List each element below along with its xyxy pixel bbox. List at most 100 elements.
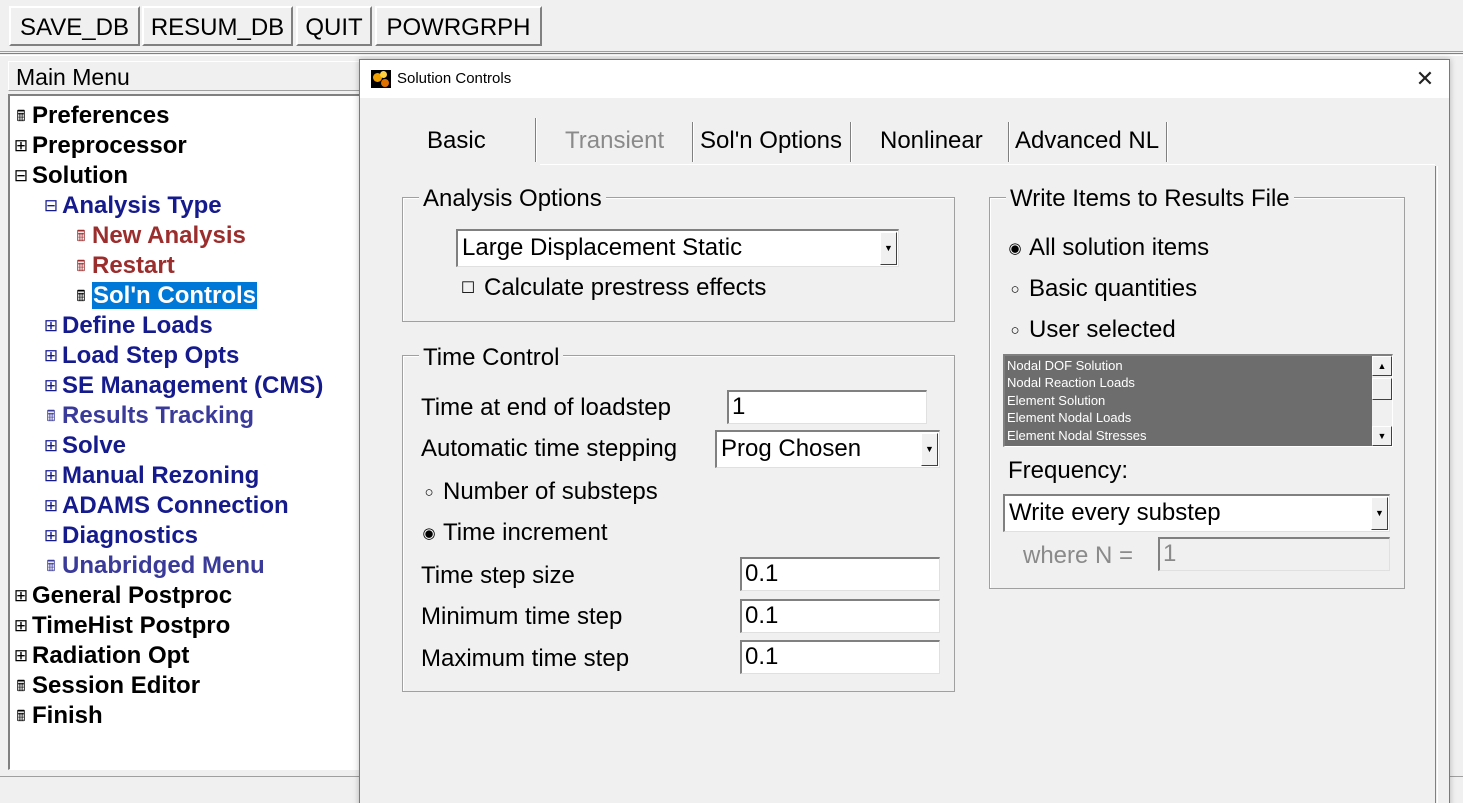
list-item[interactable]: Element Solution	[1007, 392, 1105, 410]
resum-db-button[interactable]: RESUM_DB	[142, 6, 293, 46]
calculator-icon: 🖩	[46, 558, 56, 575]
radio-unselected-icon[interactable]: ○	[1007, 316, 1023, 346]
toolbar-divider	[0, 53, 1463, 56]
time-end-label: Time at end of loadstep	[421, 394, 671, 421]
write-items-title: Write Items to Results File	[1006, 185, 1294, 213]
scroll-down-icon[interactable]: ▼	[1372, 426, 1392, 446]
expand-plus-icon[interactable]: ⊞	[13, 581, 29, 611]
menu-item-define-loads[interactable]: ⊞ Define Loads	[43, 311, 213, 341]
quit-button[interactable]: QUIT	[296, 6, 372, 46]
dropdown-arrow-icon[interactable]: ▼	[1371, 497, 1388, 530]
auto-step-label: Automatic time stepping	[421, 435, 678, 462]
menu-item-diagnostics[interactable]: ⊞ Diagnostics	[43, 521, 198, 551]
dialog-title: Solution Controls	[397, 70, 512, 87]
dropdown-arrow-icon[interactable]: ▼	[880, 232, 897, 265]
menu-item-unabridged-menu[interactable]: 🖩 Unabridged Menu	[43, 551, 264, 581]
calculator-icon: 🖩	[16, 678, 26, 695]
min-step-label: Minimum time step	[421, 603, 623, 630]
expand-plus-icon[interactable]: ⊞	[43, 461, 59, 491]
step-size-input[interactable]: 0.1	[740, 557, 940, 591]
scroll-up-icon[interactable]: ▲	[1372, 356, 1392, 376]
menu-item-solve[interactable]: ⊞ Solve	[43, 431, 126, 461]
close-icon[interactable]: ✕	[1405, 60, 1445, 98]
tab-advanced-nl[interactable]: Advanced NL	[1015, 118, 1159, 164]
list-item[interactable]: Nodal Reaction Loads	[1007, 374, 1135, 392]
step-size-label: Time step size	[421, 562, 575, 589]
save-db-button[interactable]: SAVE_DB	[9, 6, 140, 46]
basic-quantities-radio[interactable]: ○ Basic quantities	[1007, 274, 1197, 305]
list-item[interactable]: Element Nodal Loads	[1007, 409, 1131, 427]
analysis-type-select[interactable]: Large Displacement Static ▼	[456, 229, 899, 267]
expand-plus-icon[interactable]: ⊞	[43, 431, 59, 461]
num-substeps-radio[interactable]: ○ Number of substeps	[421, 477, 657, 508]
expand-plus-icon[interactable]: ⊞	[13, 131, 29, 161]
radio-unselected-icon[interactable]: ○	[1007, 275, 1023, 305]
calculator-icon: 🖩	[76, 258, 86, 275]
expand-plus-icon[interactable]: ⊞	[43, 311, 59, 341]
tab-separator	[1008, 122, 1010, 162]
menu-item-solution[interactable]: ⊟ Solution	[13, 161, 128, 191]
calculator-icon: 🖩	[46, 408, 56, 425]
tab-separator	[692, 122, 694, 162]
time-control-title: Time Control	[419, 344, 564, 372]
frequency-label: Frequency:	[1008, 457, 1129, 484]
menu-item-restart[interactable]: 🖩 Restart	[73, 251, 174, 281]
min-step-input[interactable]: 0.1	[740, 599, 940, 633]
menu-item-soln-controls[interactable]: 🖩 Sol'n Controls	[73, 281, 258, 311]
collapse-minus-icon[interactable]: ⊟	[13, 161, 29, 191]
scroll-thumb[interactable]	[1372, 378, 1392, 400]
menu-item-general-postproc[interactable]: ⊞ General Postproc	[13, 581, 232, 611]
powrgrph-button[interactable]: POWRGRPH	[375, 6, 542, 46]
calculator-icon: 🖩	[76, 228, 86, 245]
prestress-checkbox[interactable]: ☐ Calculate prestress effects	[460, 273, 767, 304]
tab-transient: Transient	[565, 127, 665, 154]
listbox-scrollbar[interactable]: ▲ ▼	[1372, 356, 1392, 446]
user-selected-radio[interactable]: ○ User selected	[1007, 315, 1175, 346]
dialog-titlebar[interactable]: Solution Controls ✕	[360, 60, 1449, 98]
frequency-select[interactable]: Write every substep ▼	[1003, 494, 1390, 532]
tab-nonlinear[interactable]: Nonlinear	[880, 118, 983, 164]
auto-step-select[interactable]: Prog Chosen ▼	[715, 430, 940, 468]
menu-item-manual-rezoning[interactable]: ⊞ Manual Rezoning	[43, 461, 259, 491]
tab-basic[interactable]: Basic	[427, 118, 486, 164]
all-items-radio[interactable]: ◉ All solution items	[1007, 233, 1209, 264]
tab-separator	[850, 122, 852, 162]
max-step-label: Maximum time step	[421, 645, 630, 672]
time-end-input[interactable]: 1	[727, 390, 927, 424]
result-items-listbox[interactable]: Nodal DOF Solution Nodal Reaction Loads …	[1003, 354, 1393, 447]
time-increment-radio[interactable]: ◉ Time increment	[421, 518, 607, 549]
menu-item-adams-connection[interactable]: ⊞ ADAMS Connection	[43, 491, 289, 521]
max-step-input[interactable]: 0.1	[740, 640, 940, 674]
menu-item-finish[interactable]: 🖩 Finish	[13, 701, 102, 731]
expand-plus-icon[interactable]: ⊞	[13, 611, 29, 641]
toolbar: SAVE_DB RESUM_DB QUIT POWRGRPH	[0, 0, 1463, 52]
menu-item-new-analysis[interactable]: 🖩 New Analysis	[73, 221, 245, 251]
dropdown-arrow-icon[interactable]: ▼	[921, 433, 938, 466]
radio-selected-icon[interactable]: ◉	[1007, 234, 1023, 264]
list-item[interactable]: Nodal DOF Solution	[1007, 357, 1123, 375]
expand-plus-icon[interactable]: ⊞	[43, 341, 59, 371]
expand-plus-icon[interactable]: ⊞	[43, 491, 59, 521]
menu-item-analysis-type[interactable]: ⊟ Analysis Type	[43, 191, 222, 221]
menu-item-timehist-postpro[interactable]: ⊞ TimeHist Postpro	[13, 611, 230, 641]
menu-item-radiation-opt[interactable]: ⊞ Radiation Opt	[13, 641, 189, 671]
menu-item-load-step-opts[interactable]: ⊞ Load Step Opts	[43, 341, 239, 371]
checkbox-icon[interactable]: ☐	[460, 274, 476, 304]
menu-item-preprocessor[interactable]: ⊞ Preprocessor	[13, 131, 187, 161]
list-item[interactable]: Element Nodal Stresses	[1007, 427, 1146, 445]
tab-panel-edge	[1435, 166, 1438, 803]
menu-item-preferences[interactable]: 🖩 Preferences	[13, 101, 169, 131]
expand-plus-icon[interactable]: ⊞	[43, 371, 59, 401]
menu-item-results-tracking[interactable]: 🖩 Results Tracking	[43, 401, 254, 431]
menu-item-session-editor[interactable]: 🖩 Session Editor	[13, 671, 200, 701]
collapse-minus-icon[interactable]: ⊟	[43, 191, 59, 221]
calculator-icon: 🖩	[16, 108, 26, 125]
app-gear-icon	[371, 70, 391, 88]
menu-item-se-management[interactable]: ⊞ SE Management (CMS)	[43, 371, 324, 401]
tab-soln-options[interactable]: Sol'n Options	[700, 118, 842, 164]
expand-plus-icon[interactable]: ⊞	[13, 641, 29, 671]
radio-unselected-icon[interactable]: ○	[421, 478, 437, 508]
expand-plus-icon[interactable]: ⊞	[43, 521, 59, 551]
main-menu-tree[interactable]: 🖩 Preferences ⊞ Preprocessor ⊟ Solution ⊟ An…	[8, 94, 370, 770]
radio-selected-icon[interactable]: ◉	[421, 519, 437, 549]
